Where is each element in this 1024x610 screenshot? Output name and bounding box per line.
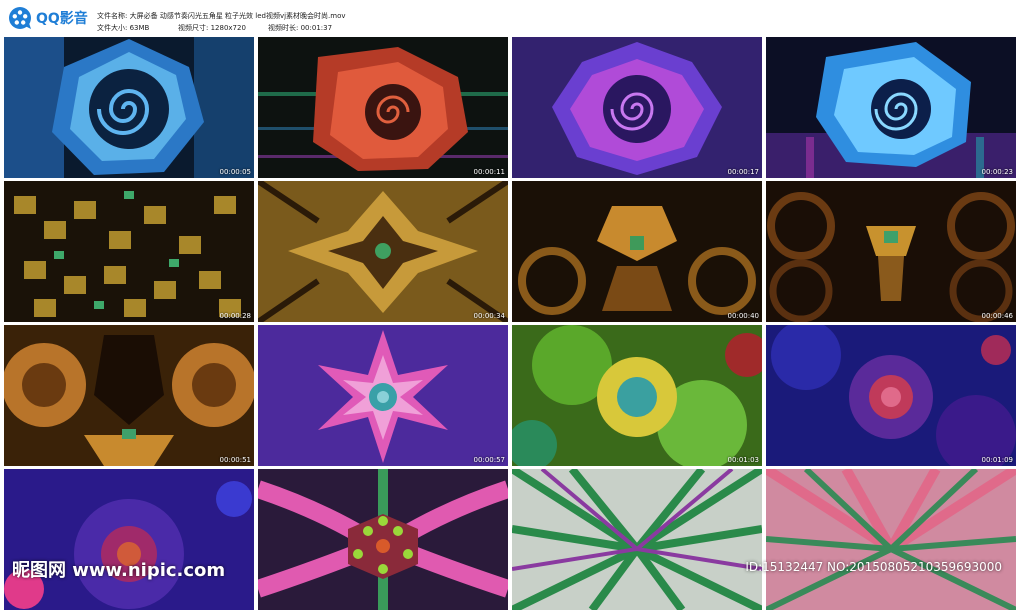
purple-glow-frame <box>4 469 254 610</box>
file-size-label: 文件大小: <box>97 24 128 32</box>
video-thumbnail[interactable]: 00:00:51 <box>4 325 254 466</box>
green-rays-frame <box>512 469 762 610</box>
info-header: QQ影音 文件名称: 大屏必备 动感节奏闪光五角星 粒子光效 led视频vj素材… <box>0 0 1024 36</box>
video-dims-label: 视频尺寸: <box>178 24 209 32</box>
video-thumbnail[interactable]: 00:00:11 <box>258 37 508 178</box>
video-thumbnail[interactable]: 00:00:17 <box>512 37 762 178</box>
file-name-label: 文件名称: <box>97 12 128 20</box>
timestamp: 00:00:57 <box>473 456 505 464</box>
timestamp: 00:00:28 <box>219 312 251 320</box>
image-id-watermark: ID:15132447 NO:20150805210359693000 <box>745 560 1002 574</box>
blue-spiral-frame <box>4 37 254 178</box>
bronze-flower-frame <box>4 325 254 466</box>
timestamp: 00:00:05 <box>219 168 251 176</box>
video-dims-row: 视频尺寸: 1280x720 <box>178 23 246 33</box>
file-name-row: 文件名称: 大屏必备 动感节奏闪光五角星 粒子光效 led视频vj素材晚会时尚.… <box>97 11 346 21</box>
nipic-watermark: 昵图网 www.nipic.com <box>12 560 226 581</box>
duration-label: 视频时长: <box>268 24 299 32</box>
file-size-row: 文件大小: 63MB <box>97 23 149 33</box>
red-spiral-frame <box>258 37 508 178</box>
video-thumbnail[interactable]: 00:00:23 <box>766 37 1016 178</box>
timestamp: 00:00:34 <box>473 312 505 320</box>
timestamp: 00:01:09 <box>981 456 1013 464</box>
video-thumbnail[interactable]: 00:00:57 <box>258 325 508 466</box>
timestamp: 00:00:46 <box>981 312 1013 320</box>
pink-fern-frame <box>258 469 508 610</box>
timestamp: 00:00:51 <box>219 456 251 464</box>
duration-row: 视频时长: 00:01:37 <box>268 23 332 33</box>
timestamp: 00:00:40 <box>727 312 759 320</box>
file-size-value: 63MB <box>129 24 150 32</box>
amber-rings-frame <box>512 181 762 322</box>
timestamp: 00:00:23 <box>981 168 1013 176</box>
film-reel-icon <box>9 7 31 29</box>
timestamp: 00:01:03 <box>727 456 759 464</box>
video-thumbnail[interactable] <box>4 469 254 610</box>
magenta-star-frame <box>258 325 508 466</box>
duration-value: 00:01:37 <box>300 24 333 32</box>
timestamp: 00:00:11 <box>473 168 505 176</box>
gold-kaleidoscope-frame <box>258 181 508 322</box>
thumbnail-grid: 00:00:05 00:00:11 00:00:17 00:00:23 00:0… <box>4 37 1020 610</box>
green-yellow-frame <box>512 325 762 466</box>
cyan-spiral-frame <box>766 37 1016 178</box>
qq-player-logo: QQ影音 <box>8 6 88 30</box>
app-name: QQ影音 <box>36 11 88 27</box>
video-thumbnail[interactable]: 00:00:28 <box>4 181 254 322</box>
video-thumbnail[interactable] <box>258 469 508 610</box>
video-thumbnail[interactable]: 00:01:09 <box>766 325 1016 466</box>
video-thumbnail[interactable]: 00:01:03 <box>512 325 762 466</box>
video-thumbnail[interactable]: 00:00:34 <box>258 181 508 322</box>
video-thumbnail[interactable]: 00:00:40 <box>512 181 762 322</box>
pink-rays-frame <box>766 469 1016 610</box>
blue-nebula-frame <box>766 325 1016 466</box>
video-thumbnail[interactable] <box>512 469 762 610</box>
gold-blocks-frame <box>4 181 254 322</box>
violet-spiral-frame <box>512 37 762 178</box>
video-thumbnail[interactable]: 00:00:46 <box>766 181 1016 322</box>
timestamp: 00:00:17 <box>727 168 759 176</box>
video-dims-value: 1280x720 <box>210 24 246 32</box>
video-thumbnail[interactable] <box>766 469 1016 610</box>
video-thumbnail[interactable]: 00:00:05 <box>4 37 254 178</box>
dark-amber-frame <box>766 181 1016 322</box>
file-name-value: 大屏必备 动感节奏闪光五角星 粒子光效 led视频vj素材晚会时尚.mov <box>129 12 346 20</box>
